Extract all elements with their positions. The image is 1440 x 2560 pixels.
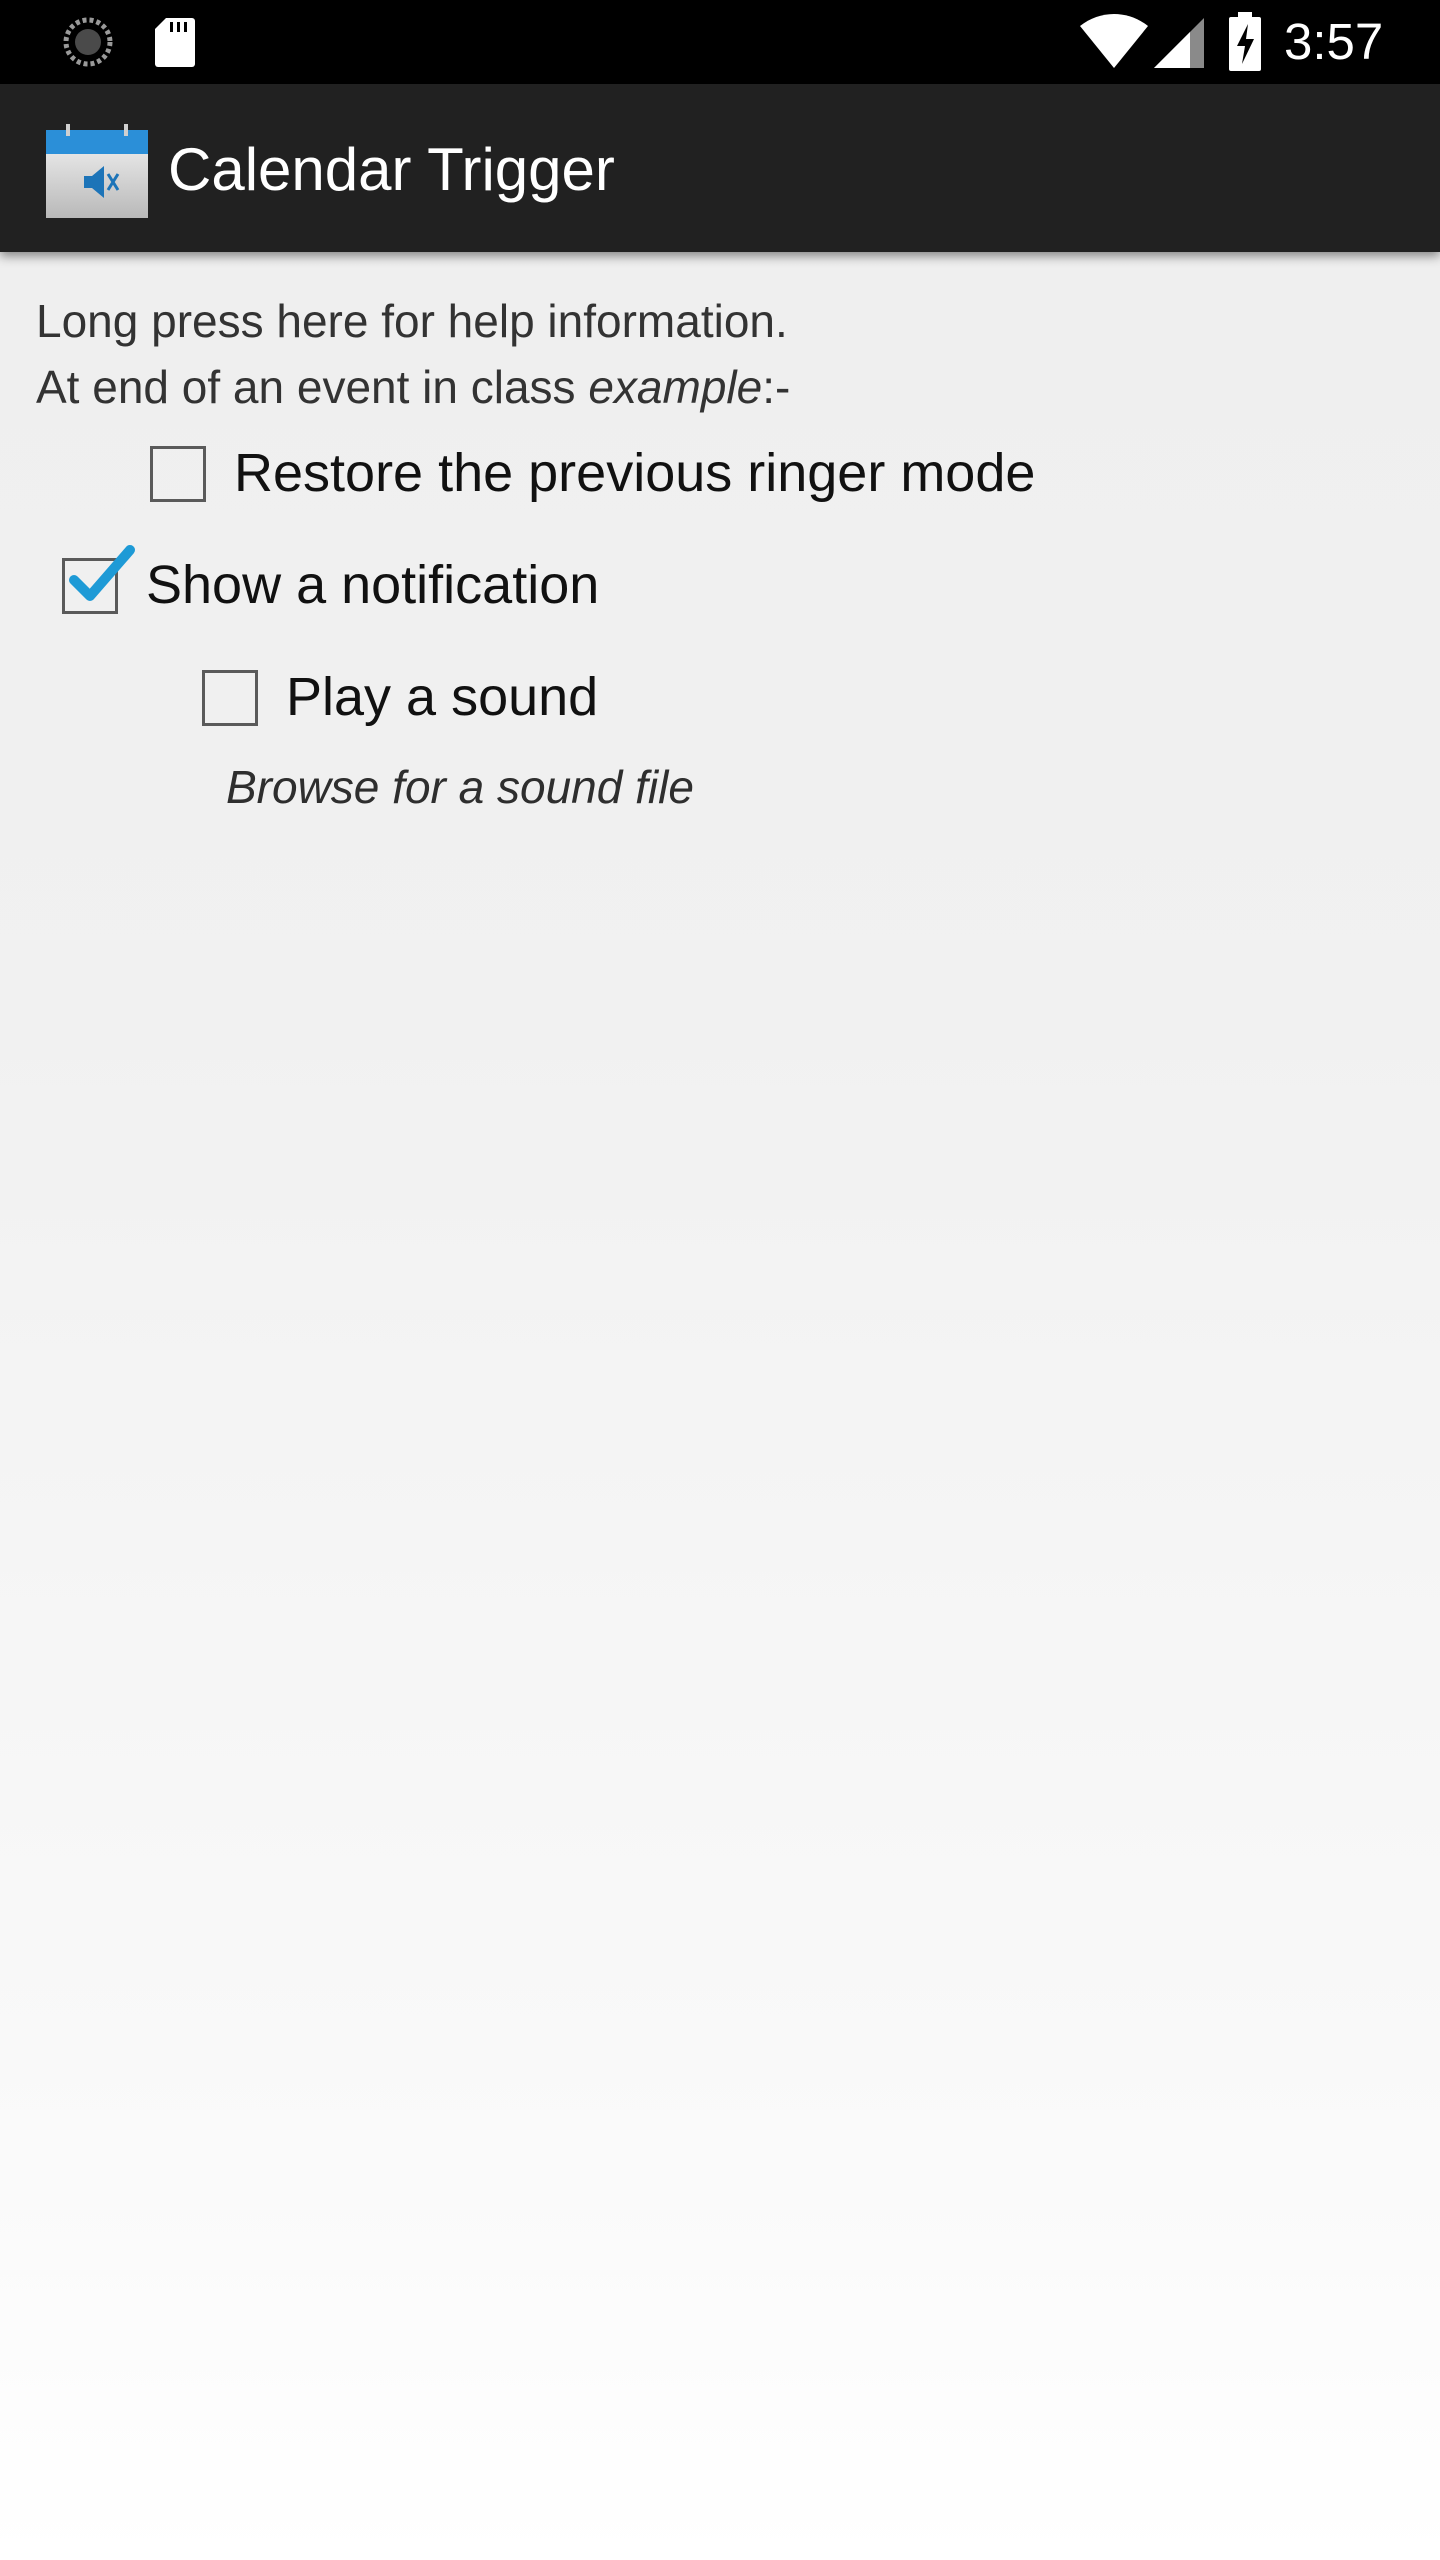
event-class-suffix: :- <box>762 361 791 413</box>
signal-icon <box>1154 18 1204 68</box>
wifi-icon <box>1080 14 1148 68</box>
play-sound-label: Play a sound <box>286 667 599 727</box>
event-class-name: example <box>588 361 763 413</box>
show-notification-label: Show a notification <box>146 555 600 615</box>
action-bar: Calendar Trigger <box>0 84 1440 252</box>
status-time: 3:57 <box>1284 13 1384 70</box>
status-bar: 3:57 <box>0 0 1440 84</box>
event-class-prefix: At end of an event in class <box>36 361 589 413</box>
restore-ringer-label: Restore the previous ringer mode <box>234 443 1036 503</box>
calendar-mute-icon <box>46 124 148 218</box>
content-area: Long press here for help information. At… <box>0 252 1440 2560</box>
event-class-text: At end of an event in class example:- <box>36 358 790 416</box>
browse-sound-file-button[interactable]: Browse for a sound file <box>226 758 694 816</box>
battery-charging-icon <box>1229 12 1261 71</box>
play-sound-checkbox[interactable] <box>202 670 258 726</box>
sync-icon <box>63 17 113 67</box>
restore-ringer-checkbox[interactable] <box>150 446 206 502</box>
sd-card-icon <box>155 18 195 67</box>
checkmark-icon <box>69 545 135 601</box>
help-info-text[interactable]: Long press here for help information. <box>36 292 788 350</box>
app-title: Calendar Trigger <box>168 136 615 203</box>
